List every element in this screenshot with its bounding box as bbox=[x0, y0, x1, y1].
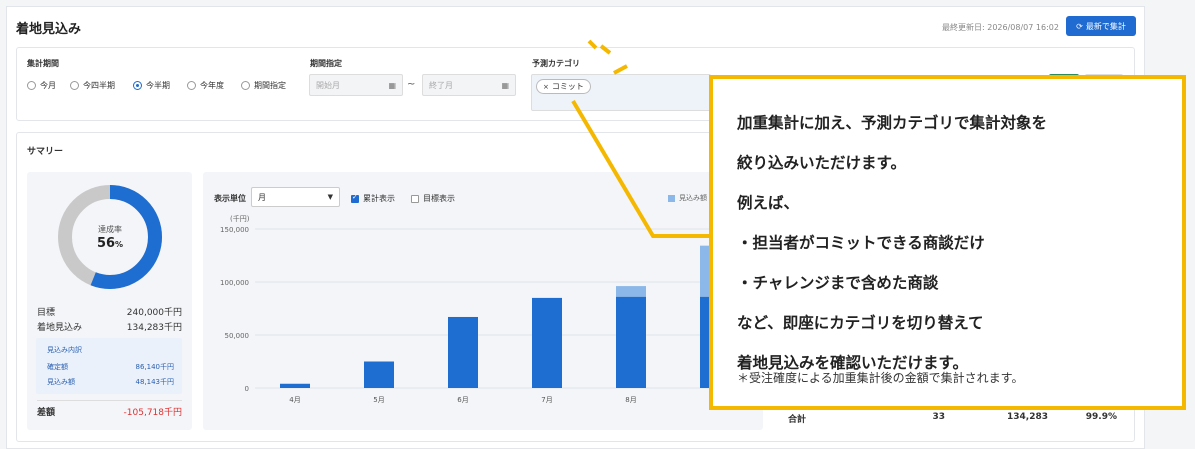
confirmed-label: 確定額 bbox=[47, 363, 68, 371]
period-radio-option[interactable]: 期間指定 bbox=[241, 80, 286, 91]
end-month-placeholder: 終了月 bbox=[429, 80, 453, 90]
radio-icon bbox=[241, 81, 250, 90]
bar-confirmed bbox=[448, 316, 478, 388]
range-label: 期間指定 bbox=[310, 59, 342, 68]
x-tick-label: 7月 bbox=[541, 396, 552, 404]
callout-line: など、即座にカテゴリを切り替えて bbox=[737, 314, 984, 332]
calendar-icon: ▦ bbox=[388, 80, 396, 90]
diff-label: 差額 bbox=[37, 408, 56, 418]
callout-line: ・チャレンジまで含めた商談 bbox=[737, 274, 939, 292]
chart-legend: 見込み額 bbox=[668, 193, 707, 203]
callout-box: 加重集計に加え、予測カテゴリで集計対象を 絞り込みいただけます。 例えば、・担当者が… bbox=[709, 75, 1186, 410]
diff-value: -105,718千円 bbox=[123, 408, 182, 418]
target-label: 目標 bbox=[37, 308, 56, 318]
y-tick-label: 100,000 bbox=[220, 279, 249, 287]
rate-value: 56 bbox=[96, 236, 116, 251]
category-select[interactable]: × コミット bbox=[531, 74, 711, 111]
refresh-label: 最新で集計 bbox=[1085, 21, 1126, 31]
period-radio-option[interactable]: 今半期 bbox=[133, 80, 170, 91]
legend-label: 見込み額 bbox=[679, 194, 707, 202]
period-radio-option[interactable]: 今四半期 bbox=[70, 80, 115, 91]
rate-unit: % bbox=[115, 240, 124, 249]
radio-icon bbox=[187, 81, 196, 90]
expected-value: 48,143千円 bbox=[135, 378, 175, 386]
breakdown-title: 見込み内訳 bbox=[47, 346, 82, 354]
end-month-input[interactable]: 終了月 ▦ bbox=[422, 74, 516, 96]
forecast-value: 134,283千円 bbox=[126, 323, 182, 333]
checkbox-checked-icon bbox=[351, 193, 359, 203]
radio-icon bbox=[70, 81, 79, 90]
start-month-placeholder: 開始月 bbox=[316, 80, 340, 90]
bar-confirmed bbox=[616, 296, 646, 388]
start-month-input[interactable]: 開始月 ▦ bbox=[309, 74, 403, 96]
y-tick-label: 0 bbox=[245, 385, 249, 393]
cumulative-label: 累計表示 bbox=[363, 194, 395, 203]
category-label: 予測カテゴリ bbox=[532, 59, 580, 68]
chip-remove-icon[interactable]: × bbox=[543, 83, 549, 91]
callout-note: ＊受注確度による加重集計後の金額で集計されます。 bbox=[737, 371, 1024, 385]
period-radio-option[interactable]: 今月 bbox=[27, 80, 56, 91]
confirmed-value: 86,140千円 bbox=[135, 363, 175, 371]
refresh-icon: ⟳ bbox=[1076, 21, 1083, 31]
x-tick-label: 8月 bbox=[625, 396, 636, 404]
expected-label: 見込み額 bbox=[47, 378, 75, 386]
unit-select[interactable]: 月 ▼ bbox=[251, 187, 340, 207]
period-radio-label: 今四半期 bbox=[83, 81, 115, 90]
callout-line: 例えば、 bbox=[737, 194, 800, 212]
bar-confirmed bbox=[280, 383, 310, 388]
period-radio-option[interactable]: 今年度 bbox=[187, 80, 224, 91]
bar-confirmed bbox=[532, 297, 562, 388]
divider bbox=[37, 400, 182, 401]
forecast-label: 着地見込み bbox=[37, 323, 83, 333]
callout-line: ・担当者がコミットできる商談だけ bbox=[737, 234, 985, 252]
target-checkbox[interactable]: 目標表示 bbox=[411, 193, 455, 204]
period-radio-label: 今半期 bbox=[146, 81, 170, 90]
y-tick-label: 50,000 bbox=[225, 332, 250, 340]
target-display-label: 目標表示 bbox=[423, 194, 455, 203]
total-rate: 99.9% bbox=[1085, 412, 1117, 422]
period-label: 集計期間 bbox=[27, 59, 59, 68]
total-label: 合計 bbox=[788, 415, 807, 425]
rate-value-wrap: 56% bbox=[80, 236, 140, 251]
bar-expected bbox=[616, 286, 646, 297]
cumulative-checkbox[interactable]: 累計表示 bbox=[351, 193, 395, 204]
period-radio-label: 今月 bbox=[40, 81, 56, 90]
refresh-button[interactable]: ⟳ 最新で集計 bbox=[1066, 16, 1136, 36]
chip-label: コミット bbox=[551, 82, 584, 91]
range-tilde: ~ bbox=[407, 79, 416, 90]
legend-swatch bbox=[668, 194, 675, 202]
rate-label: 達成率 bbox=[98, 225, 122, 234]
chevron-down-icon: ▼ bbox=[327, 193, 333, 201]
radio-icon bbox=[133, 81, 142, 90]
y-axis-unit: (千円) bbox=[230, 214, 250, 223]
callout-line: 絞り込みいただけます。 bbox=[737, 154, 906, 172]
callout-text: 加重集計に加え、予測カテゴリで集計対象を 絞り込みいただけます。 例えば、・担当者が… bbox=[737, 103, 1182, 383]
category-chip[interactable]: × コミット bbox=[536, 79, 591, 94]
page-title: 着地見込み bbox=[16, 22, 82, 37]
callout-line: 加重集計に加え、予測カテゴリで集計対象を bbox=[737, 114, 1048, 132]
unit-value: 月 bbox=[258, 192, 266, 202]
period-radio-label: 今年度 bbox=[200, 81, 224, 90]
y-tick-label: 150,000 bbox=[220, 226, 249, 234]
radio-icon bbox=[27, 81, 36, 90]
total-amount: 134,283 bbox=[1007, 412, 1048, 422]
x-tick-label: 4月 bbox=[289, 396, 300, 404]
calendar-icon: ▦ bbox=[501, 80, 509, 90]
summary-title: サマリー bbox=[27, 147, 64, 157]
forecast-bar-chart: (千円)050,000100,000150,0004月5月6月7月8月9月 bbox=[220, 214, 713, 404]
period-radio-label: 期間指定 bbox=[254, 81, 286, 90]
bar-confirmed bbox=[364, 361, 394, 388]
unit-label: 表示単位 bbox=[214, 194, 246, 203]
total-count: 33 bbox=[932, 412, 945, 422]
x-tick-label: 6月 bbox=[457, 396, 468, 404]
last-updated: 最終更新日: 2026/08/07 16:02 bbox=[942, 23, 1059, 32]
x-tick-label: 5月 bbox=[373, 396, 384, 404]
checkbox-unchecked-icon bbox=[411, 194, 419, 203]
target-value: 240,000千円 bbox=[126, 308, 182, 318]
